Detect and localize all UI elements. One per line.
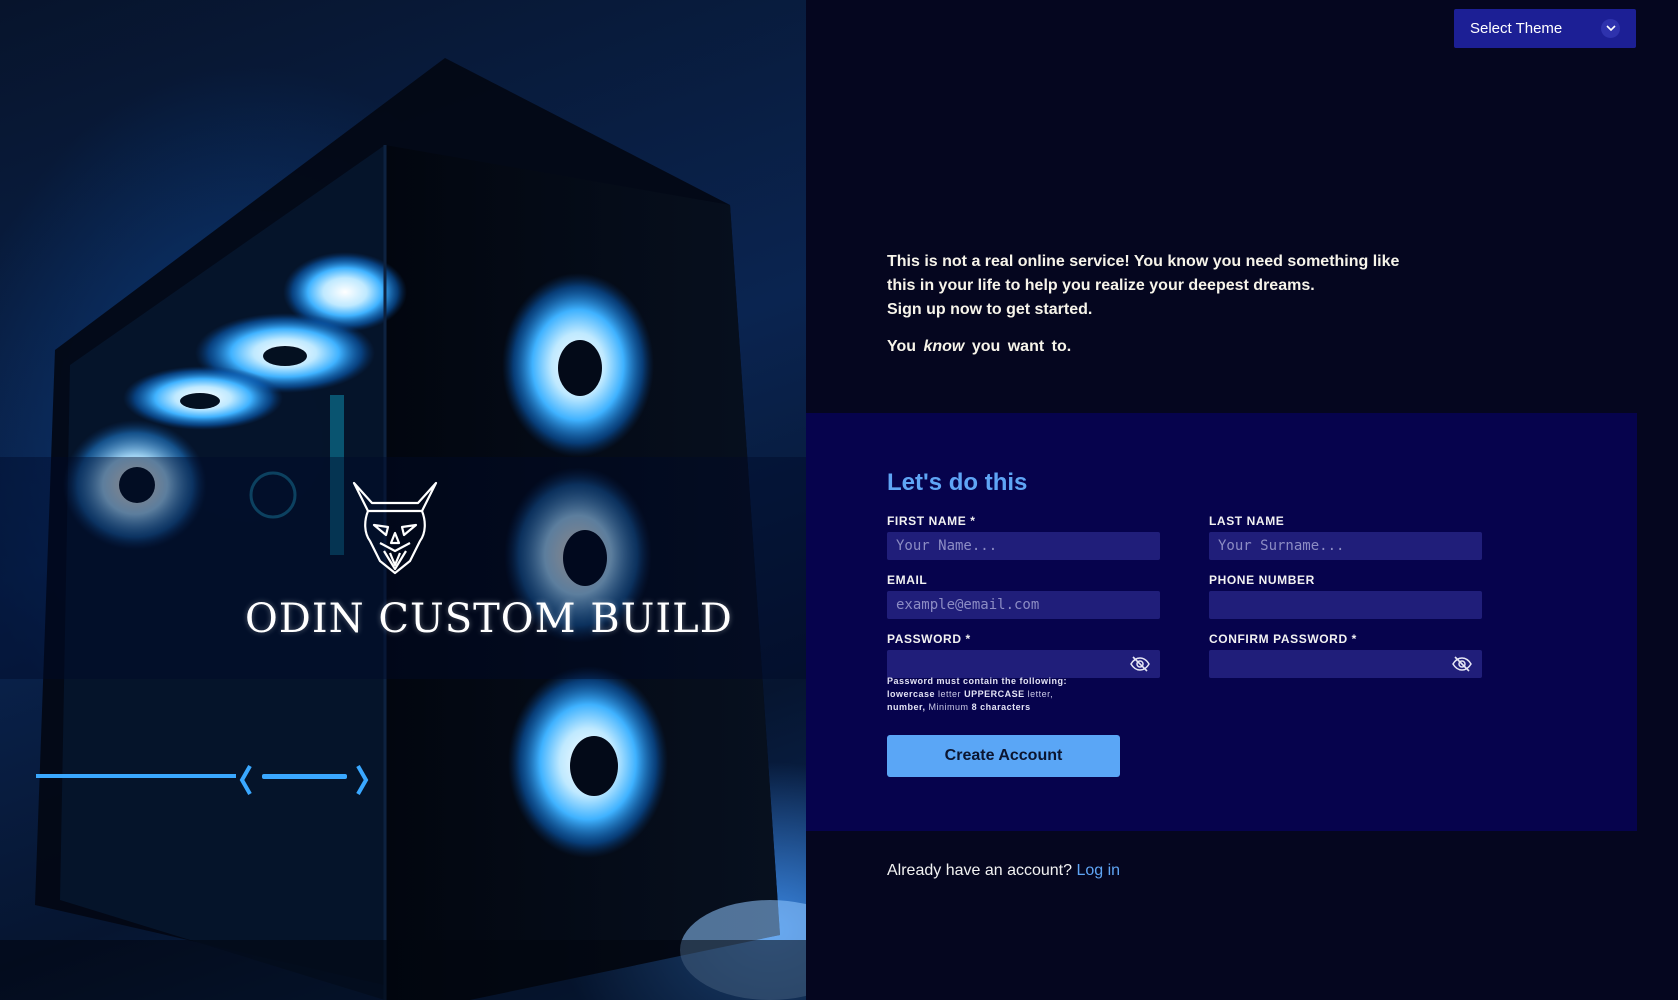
login-prompt: Already have an account? Log in xyxy=(887,862,1120,880)
password-requirements: Password must contain the following: low… xyxy=(887,675,1147,714)
eye-slash-icon[interactable] xyxy=(1130,656,1150,672)
confirm-password-group: CONFIRM PASSWORD * xyxy=(1209,632,1482,678)
password-group: PASSWORD * xyxy=(887,632,1160,678)
login-link[interactable]: Log in xyxy=(1076,862,1120,879)
password-box xyxy=(887,650,1160,678)
intro-line-1: This is not a real online service! You k… xyxy=(887,253,1400,270)
hint-minimum: Minimum xyxy=(928,702,969,712)
hint-intro: Password must contain the following: xyxy=(887,676,1068,686)
email-box xyxy=(887,591,1160,619)
confirm-password-input[interactable] xyxy=(1209,650,1482,678)
first-name-box xyxy=(887,532,1160,560)
hint-uppercase: UPPERCASE xyxy=(964,689,1025,699)
hint-lowercase: lowercase xyxy=(887,689,936,699)
confirm-password-box xyxy=(1209,650,1482,678)
signup-page: ODIN CUSTOM BUILD Select Theme This is n… xyxy=(0,0,1678,1000)
intro-tagline: You know you want to. xyxy=(887,335,1447,359)
viking-skull-icon xyxy=(352,481,438,575)
hint-length: 8 characters xyxy=(971,702,1031,712)
chevron-down-icon xyxy=(1601,19,1620,38)
last-name-input[interactable] xyxy=(1209,532,1482,560)
phone-label: PHONE NUMBER xyxy=(1209,573,1315,587)
brand-name: ODIN CUSTOM BUILD xyxy=(245,596,733,642)
tagline-end: you want to. xyxy=(971,338,1072,355)
hero-image: ODIN CUSTOM BUILD xyxy=(0,0,806,1000)
last-name-box xyxy=(1209,532,1482,560)
hint-letter-2: letter, xyxy=(1027,689,1054,699)
eye-slash-icon[interactable] xyxy=(1452,656,1472,672)
tagline-emphasis: know xyxy=(923,338,965,355)
form-title: Let's do this xyxy=(887,469,1028,496)
email-group: EMAIL xyxy=(887,573,1160,619)
phone-box xyxy=(1209,591,1482,619)
phone-input[interactable] xyxy=(1209,591,1482,619)
theme-select-dropdown[interactable]: Select Theme xyxy=(1454,9,1636,48)
login-prompt-text: Already have an account? xyxy=(887,862,1073,879)
intro-line-3: Sign up now to get started. xyxy=(887,301,1093,318)
phone-group: PHONE NUMBER xyxy=(1209,573,1482,619)
create-account-button[interactable]: Create Account xyxy=(887,735,1120,777)
first-name-input[interactable] xyxy=(887,532,1160,560)
first-name-label: FIRST NAME * xyxy=(887,514,976,528)
email-input[interactable] xyxy=(887,591,1160,619)
last-name-label: LAST NAME xyxy=(1209,514,1285,528)
signup-form: Let's do this FIRST NAME * LAST NAME EMA… xyxy=(806,413,1637,831)
password-label: PASSWORD * xyxy=(887,632,971,646)
first-name-group: FIRST NAME * xyxy=(887,514,1160,560)
intro-line-2: this in your life to help you realize yo… xyxy=(887,277,1315,294)
email-label: EMAIL xyxy=(887,573,928,587)
intro-text: This is not a real online service! You k… xyxy=(887,250,1447,359)
last-name-group: LAST NAME xyxy=(1209,514,1482,560)
tagline-start: You xyxy=(887,338,917,355)
password-input[interactable] xyxy=(887,650,1160,678)
confirm-password-label: CONFIRM PASSWORD * xyxy=(1209,632,1357,646)
hint-letter: letter xyxy=(938,689,962,699)
theme-select-label: Select Theme xyxy=(1470,20,1563,37)
hint-number: number, xyxy=(887,702,926,712)
